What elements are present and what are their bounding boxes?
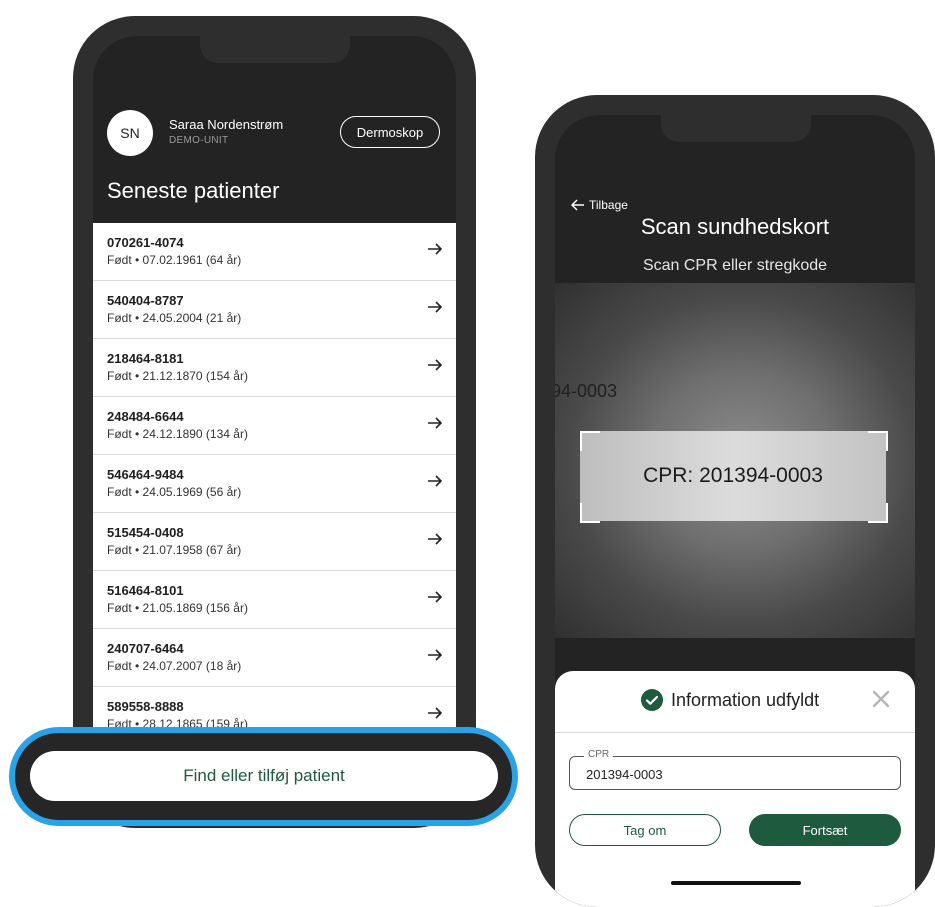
user-unit: DEMO-UNIT <box>169 135 229 146</box>
patient-cpr: 218464-8181 <box>107 351 184 366</box>
arrow-right-icon <box>428 359 443 371</box>
arrow-right-icon <box>428 649 443 661</box>
patient-cpr: 516464-8101 <box>107 583 184 598</box>
close-icon[interactable] <box>871 689 891 709</box>
patient-cpr: 540404-8787 <box>107 293 184 308</box>
scan-subtitle: Scan CPR eller stregkode <box>642 257 828 274</box>
patient-row[interactable]: 240707-6464 Født • 24.07.2007 (18 år) <box>93 629 456 687</box>
patient-birth: Født • 07.02.1961 (64 år) <box>107 253 242 267</box>
patient-birth: Født • 24.12.1890 (134 år) <box>107 427 248 441</box>
patient-birth: Født • 21.12.1870 (154 år) <box>107 369 248 383</box>
patient-row[interactable]: 218464-8181 Født • 21.12.1870 (154 år) <box>93 339 456 397</box>
avatar[interactable]: SN <box>107 110 153 156</box>
continue-button[interactable]: Fortsæt <box>749 814 901 846</box>
camera-viewfinder: 94-0003 CPR: 201394-0003 <box>555 283 915 638</box>
scanned-cpr-text: CPR: 201394-0003 <box>643 464 823 487</box>
sheet-header: Information udfyldt <box>555 671 915 733</box>
cpr-field[interactable]: CPR 201394-0003 <box>569 749 901 790</box>
right-phone-screen: Tilbage Scan sundhedskort Scan CPR eller… <box>555 115 915 907</box>
arrow-right-icon <box>428 475 443 487</box>
patient-row[interactable]: 546464-9484 Født • 24.05.1969 (56 år) <box>93 455 456 513</box>
cpr-field-label: CPR <box>584 749 614 760</box>
patient-list: 070261-4074 Født • 07.02.1961 (64 år) 54… <box>93 223 456 745</box>
patient-cpr: 546464-9484 <box>107 467 184 482</box>
back-button[interactable]: Tilbage <box>571 198 628 212</box>
patient-cpr: 248484-6644 <box>107 409 184 424</box>
patient-row[interactable]: 070261-4074 Født • 07.02.1961 (64 år) <box>93 223 456 281</box>
arrow-right-icon <box>428 417 443 429</box>
user-name: Saraa Nordenstrøm <box>169 117 284 132</box>
camera-partial-text: 94-0003 <box>555 381 618 401</box>
patient-birth: Født • 21.05.1869 (156 år) <box>107 601 248 615</box>
scan-frame-corner <box>580 431 600 451</box>
scan-frame-corner <box>868 431 888 451</box>
find-patient-highlight: Find eller tilføj patient <box>9 727 518 826</box>
patient-birth: Født • 24.05.1969 (56 år) <box>107 485 242 499</box>
find-patient-bar: Find eller tilføj patient <box>15 733 512 820</box>
phone-notch <box>200 36 350 63</box>
find-patient-button[interactable]: Find eller tilføj patient <box>30 751 498 801</box>
patient-birth: Født • 24.05.2004 (21 år) <box>107 311 242 325</box>
patient-birth: Født • 21.07.1958 (67 år) <box>107 543 242 557</box>
patient-cpr: 515454-0408 <box>107 525 184 540</box>
patient-birth: Født • 24.07.2007 (18 år) <box>107 659 242 673</box>
scan-title: Scan sundhedskort <box>640 214 830 239</box>
check-circle-icon <box>641 689 663 711</box>
patient-cpr: 070261-4074 <box>107 235 184 250</box>
phone-notch <box>661 115 811 142</box>
patient-row[interactable]: 540404-8787 Født • 24.05.2004 (21 år) <box>93 281 456 339</box>
arrow-right-icon <box>428 301 443 313</box>
sheet-title-group: Information udfyldt <box>641 689 819 711</box>
scan-frame-corner <box>868 503 888 523</box>
cpr-field-value: 201394-0003 <box>586 767 663 782</box>
sheet-title: Information udfyldt <box>671 689 820 710</box>
patient-row[interactable]: 516464-8101 Født • 21.05.1869 (156 år) <box>93 571 456 629</box>
arrow-right-icon <box>428 243 443 255</box>
home-indicator <box>671 881 801 885</box>
back-label: Tilbage <box>589 198 628 212</box>
arrow-left-icon <box>571 199 584 211</box>
patient-row[interactable]: 248484-6644 Født • 24.12.1890 (134 år) <box>93 397 456 455</box>
retake-button[interactable]: Tag om <box>569 814 721 846</box>
arrow-right-icon <box>428 533 443 545</box>
result-sheet: Information udfyldt CPR 201394-0003 Tag … <box>555 671 915 907</box>
page-title: Seneste patienter <box>107 178 280 203</box>
patient-row[interactable]: 515454-0408 Født • 21.07.1958 (67 år) <box>93 513 456 571</box>
scanned-card: CPR: 201394-0003 <box>580 431 886 521</box>
dermoscope-button[interactable]: Dermoskop <box>340 116 440 148</box>
arrow-right-icon <box>428 707 443 719</box>
scan-frame-corner <box>580 503 600 523</box>
patient-cpr: 240707-6464 <box>107 641 184 656</box>
left-phone-screen: SN Saraa Nordenstrøm DEMO-UNIT Dermoskop… <box>93 36 456 796</box>
arrow-right-icon <box>428 591 443 603</box>
left-phone: SN Saraa Nordenstrøm DEMO-UNIT Dermoskop… <box>73 16 476 828</box>
patient-cpr: 589558-8888 <box>107 699 184 714</box>
right-phone: Tilbage Scan sundhedskort Scan CPR eller… <box>535 95 935 907</box>
